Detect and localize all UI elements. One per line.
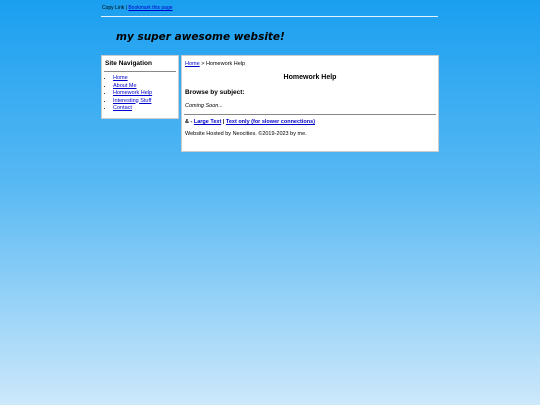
breadcrumb-current: > Homework Help — [199, 61, 246, 67]
accessibility-links: & - Large Text | Text only (for slower c… — [185, 119, 436, 125]
header-divider — [101, 16, 438, 17]
sidebar-item-about: About Me — [113, 83, 176, 91]
sidebar-item-interesting: Interesting Stuff — [113, 98, 176, 106]
nav-link-home[interactable]: Home — [113, 75, 128, 81]
top-link-bar: Copy Link | Bookmark this page — [102, 5, 173, 11]
accessibility-prefix: & - — [185, 119, 194, 125]
sidebar-item-homework: Homework Help — [113, 90, 176, 98]
separator: | — [125, 5, 127, 11]
sidebar-item-contact: Contact — [113, 105, 176, 113]
text-only-link[interactable]: Text only (for slower connections) — [226, 119, 315, 125]
sidebar-heading: Site Navigation — [105, 60, 152, 67]
browse-subject-label: Browse by subject: — [185, 89, 245, 96]
site-title: my super awesome website! — [116, 31, 285, 43]
page-title: Homework Help — [283, 74, 337, 81]
nav-link-about[interactable]: About Me — [113, 83, 137, 89]
bookmark-link[interactable]: Bookmark this page — [128, 5, 172, 11]
sidebar: Site Navigation Home About Me Homework H… — [101, 55, 179, 119]
nav-link-homework-help[interactable]: Homework Help — [113, 90, 152, 96]
content-divider — [184, 114, 436, 115]
copy-link-text: Copy Link — [102, 5, 125, 11]
large-text-link[interactable]: Large Text — [194, 119, 221, 125]
breadcrumb: Home > Homework Help — [185, 61, 436, 67]
hosting-credit: Website Hosted by Neocities. ©2019-2023 … — [185, 131, 307, 137]
sidebar-divider — [104, 71, 176, 72]
breadcrumb-home-link[interactable]: Home — [185, 61, 200, 67]
sidebar-item-home: Home — [113, 75, 176, 83]
nav-link-interesting-stuff[interactable]: Interesting Stuff — [113, 98, 151, 104]
main-content: Home > Homework Help Homework Help Brows… — [181, 55, 439, 152]
nav-link-contact[interactable]: Contact — [113, 105, 132, 111]
coming-soon-text: Coming Soon... — [185, 103, 223, 109]
sidebar-nav-list: Home About Me Homework Help Interesting … — [104, 75, 176, 113]
